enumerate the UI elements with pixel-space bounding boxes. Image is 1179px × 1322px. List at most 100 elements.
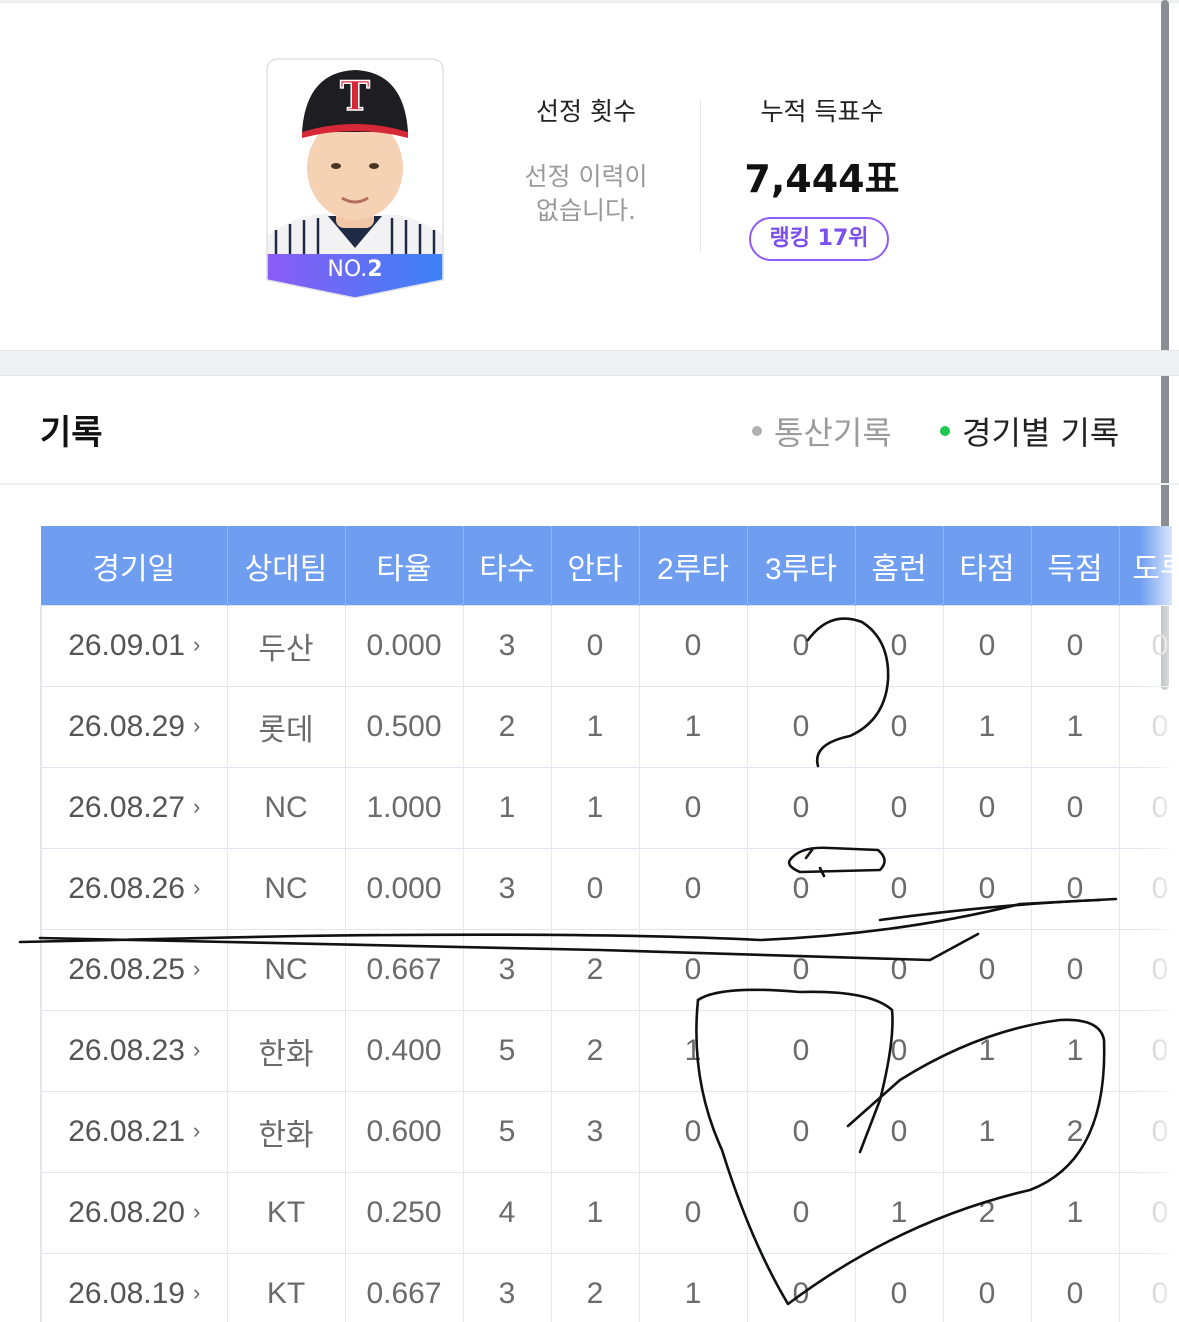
cell-opponent: 한화 [227,1010,346,1092]
cap-logo-icon: T [340,73,370,120]
cell-at-bats: 5 [463,1091,552,1173]
cell-runs: 0 [1031,767,1120,849]
cell-opponent: KT [227,1172,346,1254]
cell-avg: 0.250 [345,1172,464,1254]
cell-date[interactable]: 26.08.21 › [40,1091,228,1173]
cell-hits: 0 [551,848,640,930]
section-separator [0,350,1179,376]
table-row[interactable]: 26.08.20 › KT 0.250 4 1 0 0 1 2 1 0 [40,1172,1172,1254]
cell-runs: 0 [1031,848,1120,930]
cell-date[interactable]: 26.08.19 › [40,1253,228,1322]
tab-career-records[interactable]: 통산기록 [752,408,892,454]
game-date-link[interactable]: 26.08.20 [68,1196,185,1229]
header-opponent[interactable]: 상대팀 [227,526,346,606]
cell-at-bats: 1 [463,767,552,849]
cell-rbi: 1 [943,1010,1032,1092]
cell-home-runs: 0 [855,929,944,1011]
cell-avg: 0.600 [345,1091,464,1173]
game-date-link[interactable]: 26.08.26 [68,872,185,905]
top-divider [0,0,1179,3]
ranking-badge[interactable]: 랭킹 17위 [749,217,889,261]
cell-doubles: 1 [639,1253,748,1322]
cell-date[interactable]: 26.08.20 › [40,1172,228,1254]
table-row[interactable]: 26.08.23 › 한화 0.400 5 2 1 0 0 1 1 0 [40,1010,1172,1092]
table-row[interactable]: 26.08.29 › 롯데 0.500 2 1 1 0 0 1 1 0 [40,686,1172,768]
cell-hits: 2 [551,929,640,1011]
cell-date[interactable]: 26.08.29 › [40,686,228,768]
cell-avg: 0.400 [345,1010,464,1092]
cell-triples: 0 [747,686,856,768]
header-hits[interactable]: 안타 [551,526,640,606]
game-date-link[interactable]: 26.09.01 [68,629,185,662]
tab-game-records[interactable]: 경기별 기록 [940,408,1119,454]
active-dot-icon [940,426,950,436]
game-date-link[interactable]: 26.08.21 [68,1115,185,1148]
cell-steals: 0 [1119,848,1172,930]
chevron-right-icon: › [192,1280,201,1305]
cell-date[interactable]: 26.08.25 › [40,929,228,1011]
cell-rbi: 0 [943,929,1032,1011]
game-date-link[interactable]: 26.08.29 [68,710,185,743]
cell-at-bats: 5 [463,1010,552,1092]
header-home-runs[interactable]: 홈런 [855,526,944,606]
cell-avg: 0.000 [345,848,464,930]
header-triples[interactable]: 3루타 [747,526,856,606]
game-date-link[interactable]: 26.08.23 [68,1034,185,1067]
table-row[interactable]: 26.08.21 › 한화 0.600 5 3 0 0 0 1 2 0 [40,1091,1172,1173]
game-date-link[interactable]: 26.08.25 [68,953,185,986]
cell-at-bats: 2 [463,686,552,768]
header-doubles[interactable]: 2루타 [639,526,748,606]
cell-home-runs: 0 [855,848,944,930]
chevron-right-icon: › [192,956,201,981]
cell-steals: 0 [1119,1253,1172,1322]
player-card: T NO.2 [266,58,444,298]
cell-hits: 1 [551,1172,640,1254]
selection-count-title: 선정 횟수 [536,97,636,126]
cell-hits: 1 [551,767,640,849]
header-date[interactable]: 경기일 [41,526,228,606]
cell-home-runs: 1 [855,1172,944,1254]
game-date-link[interactable]: 26.08.27 [68,791,185,824]
header-avg[interactable]: 타율 [345,526,464,606]
table-row[interactable]: 26.08.27 › NC 1.000 1 1 0 0 0 0 0 0 [40,767,1172,849]
cell-triples: 0 [747,848,856,930]
header-steals[interactable]: 도루 [1119,526,1172,606]
cell-date[interactable]: 26.08.23 › [40,1010,228,1092]
header-runs[interactable]: 득점 [1031,526,1120,606]
chevron-right-icon: › [192,1199,201,1224]
header-rbi[interactable]: 타점 [943,526,1032,606]
cell-opponent: 한화 [227,1091,346,1173]
table-row[interactable]: 26.08.25 › NC 0.667 3 2 0 0 0 0 0 0 [40,929,1172,1011]
table-row[interactable]: 26.08.19 › KT 0.667 3 2 1 0 0 0 0 0 [40,1253,1172,1322]
tab-game-records-label: 경기별 기록 [962,414,1120,452]
cell-opponent: 두산 [227,605,346,687]
cell-runs: 1 [1031,686,1120,768]
cell-home-runs: 0 [855,1091,944,1173]
cell-steals: 0 [1119,767,1172,849]
chevron-right-icon: › [192,713,201,738]
cell-at-bats: 4 [463,1172,552,1254]
cell-at-bats: 3 [463,848,552,930]
cell-home-runs: 0 [855,686,944,768]
cell-home-runs: 0 [855,605,944,687]
game-date-link[interactable]: 26.08.19 [68,1277,185,1310]
cell-date[interactable]: 26.08.26 › [40,848,228,930]
cell-hits: 0 [551,605,640,687]
cell-date[interactable]: 26.09.01 › [40,605,228,687]
table-row[interactable]: 26.09.01 › 두산 0.000 3 0 0 0 0 0 0 0 [40,605,1172,687]
cell-triples: 0 [747,605,856,687]
cell-runs: 1 [1031,1172,1120,1254]
header-at-bats[interactable]: 타수 [463,526,552,606]
selection-empty-text: 선정 이력이 없습니다. [524,162,648,225]
cell-doubles: 0 [639,1172,748,1254]
cell-opponent: NC [227,848,346,930]
cell-triples: 0 [747,1172,856,1254]
chevron-right-icon: › [192,632,201,657]
table-row[interactable]: 26.08.26 › NC 0.000 3 0 0 0 0 0 0 0 [40,848,1172,930]
game-records-table[interactable]: 경기일 상대팀 타율 타수 안타 2루타 3루타 홈런 타점 득점 도루 26.… [40,526,1172,1322]
cell-avg: 1.000 [345,767,464,849]
cell-date[interactable]: 26.08.27 › [40,767,228,849]
cell-avg: 0.667 [345,1253,464,1322]
cell-doubles: 1 [639,686,748,768]
cell-rbi: 0 [943,767,1032,849]
